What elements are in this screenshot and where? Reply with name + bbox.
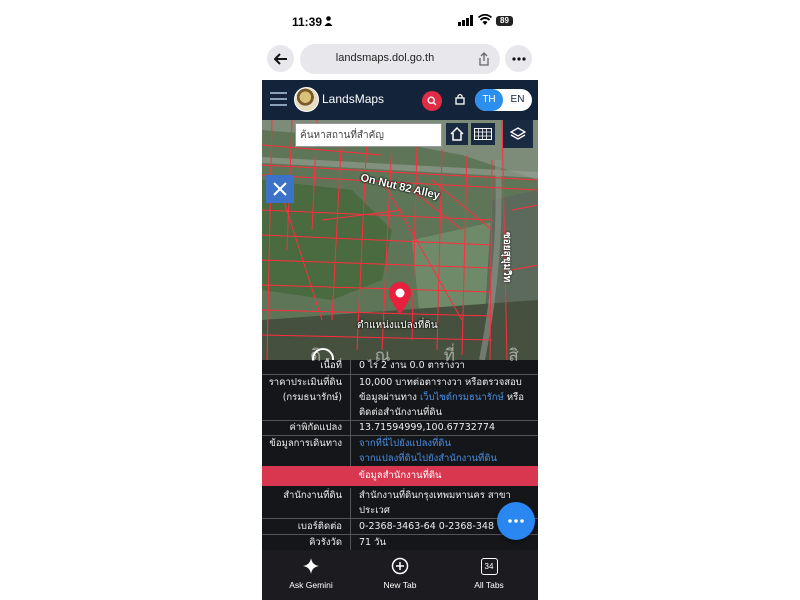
directions-to-office-link[interactable]: จากแปลงที่ดินไปยังสำนักงานที่ดิน [359,451,534,466]
signal-icon [458,15,473,26]
detail-label: คิวรังวัด [309,537,342,548]
new-tab-button[interactable]: New Tab [360,556,440,590]
back-button[interactable] [267,45,294,72]
pin-label: ตำแหน่งแปลงที่ดิน [357,320,438,331]
ask-gemini-label: Ask Gemini [289,580,333,590]
detail-value: 10,000 บาทต่อตารางวา หรือตรวจสอบข้อมูลผ่… [359,375,534,420]
map-pin-icon[interactable] [388,282,412,316]
menu-icon[interactable] [270,92,287,106]
layers-button[interactable] [503,120,533,148]
coordinates-link[interactable]: 13.71594999,100.67732774 [359,420,534,435]
detail-row-travel: ข้อมูลการเดินทาง จากที่นี่ไปยังแปลงที่ดิ… [262,436,538,466]
map-search-input[interactable] [298,125,414,145]
lang-th-option[interactable]: TH [475,89,503,111]
app-title: LandsMaps [322,92,385,106]
lang-en-option[interactable]: EN [503,89,532,111]
new-tab-label: New Tab [383,580,417,590]
tab-count-icon: 34 [480,557,498,575]
home-icon [450,127,464,141]
detail-row-coordinates: ค่าพิกัดแปลง 13.71594999,100.67732774 [262,421,538,436]
watermark-text: แ ส ดิ ณ ที่ สิ (น ี) [182,346,699,366]
detail-row-price: ราคาประเมินที่ดิน (กรมธนารักษ์) 10,000 บ… [262,375,538,421]
url-text: landsmaps.dol.go.th [335,52,435,64]
detail-row-office: สำนักงานที่ดิน สำนักงานที่ดินกรุงเทพมหาน… [262,488,538,519]
battery-indicator: 89 [496,16,513,26]
arrow-left-icon [273,52,287,65]
detail-label: สำนักงานที่ดิน [283,490,342,501]
lock-icon[interactable] [455,93,465,105]
detail-value: จากที่นี่ไปยังแปลงที่ดิน จากแปลงที่ดินไป… [359,436,534,466]
phone-screen: 11:39 89 landsmaps.dol.go.th LandsMaps T… [262,0,538,600]
ellipsis-icon [511,56,526,61]
grid-button[interactable] [471,123,495,145]
language-toggle[interactable]: TH EN [475,89,532,111]
layers-icon [510,127,526,140]
tools-button[interactable] [266,175,294,203]
clear-search-button[interactable]: × [417,122,437,144]
sparkle-icon [303,558,319,574]
detail-label: ข้อมูลการเดินทาง [269,438,342,449]
address-bar[interactable]: landsmaps.dol.go.th [300,44,500,74]
browser-toolbar: landsmaps.dol.go.th [262,40,538,80]
tools-icon [273,182,287,196]
person-icon [324,16,333,26]
ask-gemini-button[interactable]: Ask Gemini [271,556,351,590]
detail-label: ค่าพิกัดแปลง [289,422,343,433]
directions-to-parcel-link[interactable]: จากที่นี่ไปยังแปลงที่ดิน [359,436,534,451]
ellipsis-icon [508,519,524,523]
plus-circle-icon [391,557,409,575]
floating-more-button[interactable] [497,502,535,540]
search-button[interactable] [422,91,442,111]
all-tabs-button[interactable]: 34 All Tabs [449,556,529,590]
home-button[interactable] [446,123,468,145]
search-icon [427,96,437,106]
detail-label: ราคาประเมินที่ดิน (กรมธนารักษ์) [268,377,342,403]
detail-label: เบอร์ติดต่อ [297,521,342,532]
more-options-button[interactable] [505,45,532,72]
map-view[interactable]: × On Nut 82 Alley ซอยสุขุมวิท ตำแหน่งแปล… [262,120,538,360]
app-logo [294,87,319,112]
road-label-vertical: ซอยสุขุมวิท [501,232,512,283]
share-icon[interactable] [478,52,490,66]
all-tabs-label: All Tabs [474,580,504,590]
browser-bottom-bar: Ask Gemini New Tab 34 All Tabs [262,550,538,600]
grid-icon [474,128,492,140]
clock: 11:39 [292,15,323,29]
app-header: LandsMaps TH EN [262,80,538,120]
treasury-website-link[interactable]: เว็บไซต์กรมธนารักษ์ [420,392,504,403]
detail-row-queue: คิวรังวัด 71 วัน [262,535,538,550]
office-section-header: ข้อมูลสำนักงานที่ดิน [262,466,538,486]
status-bar: 11:39 89 [262,0,538,40]
wifi-icon [478,14,492,25]
